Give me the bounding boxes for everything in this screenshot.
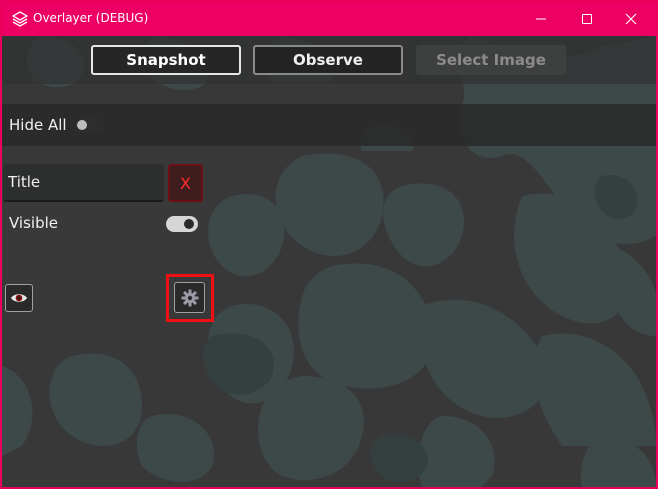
hide-all-row: Hide All <box>2 104 656 146</box>
hide-all-toggle[interactable] <box>75 118 105 132</box>
app-window: Overlayer (DEBUG) Snapshot Observe Selec… <box>0 0 658 489</box>
toggle-knob <box>77 120 87 130</box>
app-layers-icon <box>11 11 29 27</box>
close-button[interactable] <box>608 2 654 36</box>
visible-toggle[interactable] <box>166 216 198 232</box>
close-icon <box>625 13 637 25</box>
gear-icon <box>181 289 198 306</box>
minimize-icon <box>536 18 546 20</box>
maximize-button[interactable] <box>564 2 610 36</box>
snapshot-button[interactable]: Snapshot <box>91 45 241 75</box>
visible-label: Visible <box>9 214 58 232</box>
remove-overlay-button[interactable]: X <box>168 164 203 202</box>
toolbar: Snapshot Observe Select Image <box>2 36 656 84</box>
hide-all-label: Hide All <box>9 116 67 134</box>
maximize-icon <box>582 14 592 24</box>
eye-icon <box>11 294 27 302</box>
settings-button[interactable] <box>174 282 205 313</box>
toggle-visibility-button[interactable] <box>5 284 33 312</box>
observe-button[interactable]: Observe <box>253 45 403 75</box>
overlay-canvas: Snapshot Observe Select Image Hide All X… <box>2 36 656 487</box>
minimize-button[interactable] <box>518 2 564 36</box>
overlay-title-input[interactable] <box>3 164 164 202</box>
window-title: Overlayer (DEBUG) <box>33 11 149 25</box>
toggle-knob <box>184 219 194 229</box>
select-image-button[interactable]: Select Image <box>416 45 566 75</box>
title-bar[interactable]: Overlayer (DEBUG) <box>2 2 656 36</box>
